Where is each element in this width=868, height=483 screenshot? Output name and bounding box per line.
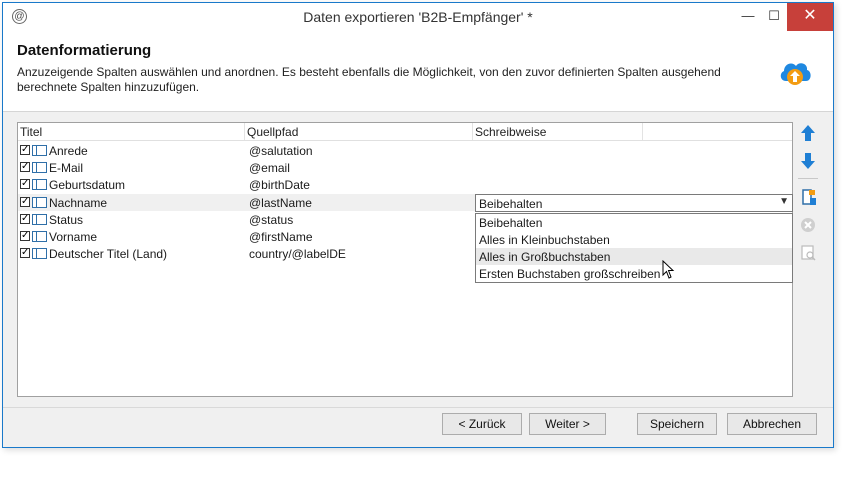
column-icon xyxy=(32,214,47,225)
row-title: Status xyxy=(49,213,84,227)
maximize-button[interactable]: ☐ xyxy=(761,3,787,31)
mouse-cursor-icon xyxy=(662,260,675,279)
column-icon xyxy=(32,197,47,208)
row-title: Deutscher Titel (Land) xyxy=(49,247,168,261)
column-header-case[interactable]: Schreibweise xyxy=(475,125,546,139)
row-path: @salutation xyxy=(249,144,313,158)
row-checkbox[interactable]: ✓ xyxy=(20,145,30,155)
table-header: Titel Quellpfad Schreibweise xyxy=(18,123,792,141)
row-path: @status xyxy=(249,213,294,227)
column-icon xyxy=(32,248,47,259)
cloud-upload-icon xyxy=(780,63,811,85)
cancel-button[interactable]: Abbrechen xyxy=(727,413,817,435)
case-select[interactable]: Beibehalten ▼ xyxy=(475,194,793,212)
row-checkbox[interactable]: ✓ xyxy=(20,179,30,189)
arrow-down-icon[interactable] xyxy=(795,150,821,172)
column-header-path[interactable]: Quellpfad xyxy=(247,125,298,139)
columns-table: Titel Quellpfad Schreibweise ✓ Anrede @s… xyxy=(17,122,793,397)
arrow-up-icon[interactable] xyxy=(795,122,821,144)
back-button[interactable]: < Zurück xyxy=(442,413,522,435)
close-button[interactable]: ✕ xyxy=(787,3,833,31)
page-title: Datenformatierung xyxy=(17,42,152,59)
page-description: Anzuzeigende Spalten auswählen und anord… xyxy=(17,65,721,94)
column-divider xyxy=(244,123,245,140)
next-button[interactable]: Weiter > xyxy=(529,413,606,435)
window-title: Daten exportieren 'B2B-Empfänger' * xyxy=(303,9,533,25)
table-row[interactable]: ✓ Anrede @salutation xyxy=(18,142,792,159)
row-path: @firstName xyxy=(249,230,313,244)
row-path: @email xyxy=(249,161,290,175)
row-path: @lastName xyxy=(249,196,312,210)
table-row[interactable]: ✓ Geburtsdatum @birthDate xyxy=(18,176,792,193)
save-button[interactable]: Speichern xyxy=(637,413,717,435)
footer-divider xyxy=(3,407,833,408)
delete-icon[interactable] xyxy=(795,214,821,236)
row-checkbox[interactable]: ✓ xyxy=(20,248,30,258)
case-select-value: Beibehalten xyxy=(479,197,543,211)
page-header: Datenformatierung Anzuzeigende Spalten a… xyxy=(3,31,833,112)
chevron-down-icon[interactable]: ▼ xyxy=(779,196,789,207)
row-path: @birthDate xyxy=(249,178,310,192)
column-icon xyxy=(32,179,47,190)
case-option[interactable]: Beibehalten xyxy=(476,214,792,231)
row-checkbox[interactable]: ✓ xyxy=(20,197,30,207)
row-title: E-Mail xyxy=(49,161,84,175)
column-icon xyxy=(32,145,47,156)
case-dropdown-list: Beibehalten Alles in Kleinbuchstaben All… xyxy=(475,213,793,283)
row-title: Vorname xyxy=(49,230,98,244)
add-computed-column-icon[interactable] xyxy=(795,186,821,208)
row-title: Nachname xyxy=(49,196,108,210)
row-checkbox[interactable]: ✓ xyxy=(20,162,30,172)
row-title: Anrede xyxy=(49,144,88,158)
column-divider xyxy=(472,123,473,140)
row-checkbox[interactable]: ✓ xyxy=(20,231,30,241)
detail-icon[interactable] xyxy=(795,242,821,264)
row-path: country/@labelDE xyxy=(249,247,346,261)
column-icon xyxy=(32,162,47,173)
column-header-title[interactable]: Titel xyxy=(20,125,42,139)
row-checkbox[interactable]: ✓ xyxy=(20,214,30,224)
column-icon xyxy=(32,231,47,242)
toolbar-divider xyxy=(798,178,818,179)
row-title: Geburtsdatum xyxy=(49,178,126,192)
case-option[interactable]: Ersten Buchstaben großschreiben xyxy=(476,265,792,282)
case-option-hovered[interactable]: Alles in Großbuchstaben xyxy=(476,248,792,265)
table-row[interactable]: ✓ E-Mail @email xyxy=(18,159,792,176)
column-divider xyxy=(642,123,643,140)
minimize-button[interactable]: — xyxy=(735,3,761,31)
export-dialog-window: @ Daten exportieren 'B2B-Empfänger' * — … xyxy=(2,2,834,448)
case-option[interactable]: Alles in Kleinbuchstaben xyxy=(476,231,792,248)
title-bar[interactable]: @ Daten exportieren 'B2B-Empfänger' * — … xyxy=(3,3,833,31)
